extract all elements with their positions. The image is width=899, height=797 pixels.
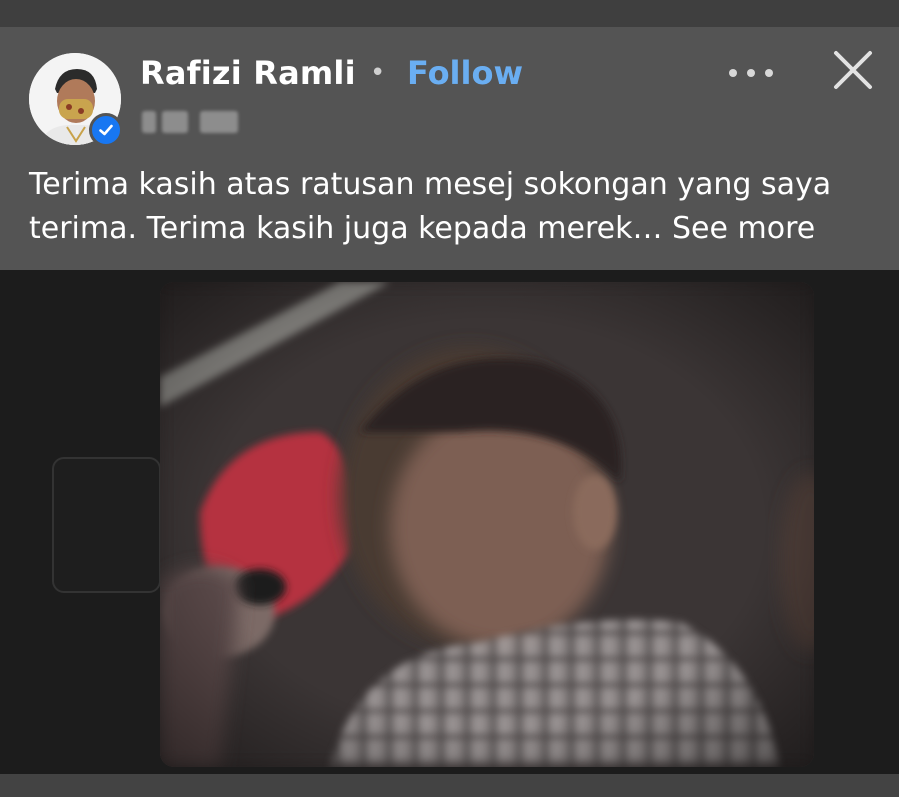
author-name[interactable]: Rafizi Ramli: [140, 53, 356, 93]
blurred-audience-icon: [200, 111, 238, 133]
video-still-image: [160, 282, 814, 767]
name-separator: •: [370, 58, 386, 88]
follow-button[interactable]: Follow: [407, 53, 523, 93]
blurred-timestamp: [142, 111, 156, 133]
top-strip: [0, 0, 899, 27]
post-caption: Terima kasih atas ratusan mesej sokongan…: [29, 163, 879, 251]
verified-badge-icon: [89, 113, 123, 147]
video-frame[interactable]: [160, 282, 814, 767]
post-header: Rafizi Ramli • Follow Terima kasih atas …: [0, 27, 899, 270]
close-icon[interactable]: [830, 47, 876, 93]
author-avatar[interactable]: [29, 53, 123, 147]
blurred-timestamp: [162, 111, 188, 133]
see-more-link[interactable]: See more: [672, 211, 815, 246]
bottom-strip: [0, 774, 899, 797]
video-player[interactable]: [0, 270, 899, 774]
more-horizontal-icon[interactable]: [727, 61, 775, 85]
video-side-handle: [52, 457, 161, 593]
